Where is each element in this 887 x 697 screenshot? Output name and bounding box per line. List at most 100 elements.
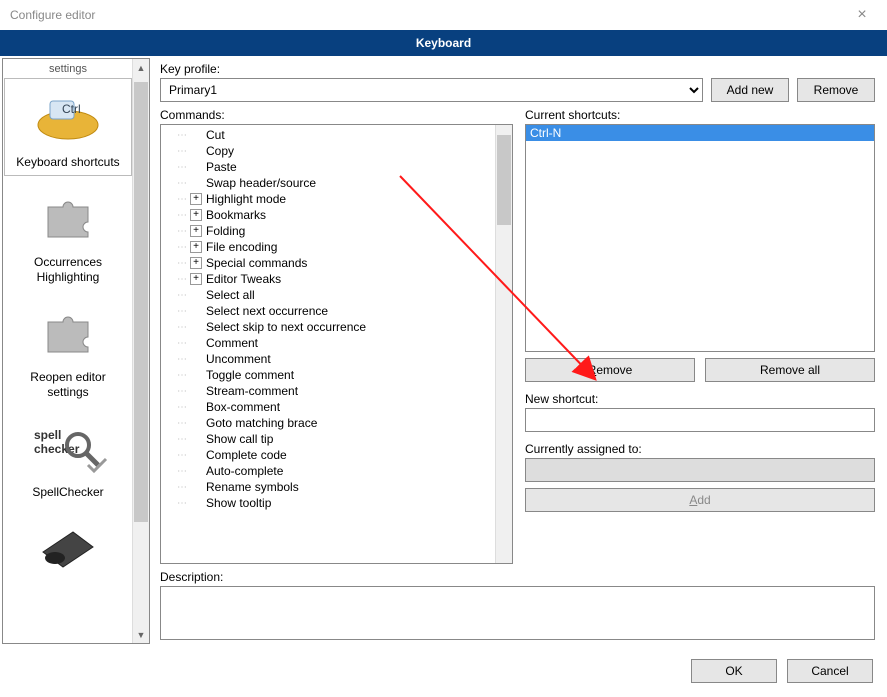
tree-row[interactable]: ⋯Swap header/source bbox=[161, 175, 495, 191]
sidebar-item-occurrences-highlighting[interactable]: Occurrences Highlighting bbox=[5, 179, 131, 290]
cancel-button[interactable]: Cancel bbox=[787, 659, 873, 683]
key-profile-label: Key profile: bbox=[160, 62, 875, 76]
assigned-to-box bbox=[525, 458, 875, 482]
tree-row[interactable]: ⋯Complete code bbox=[161, 447, 495, 463]
tree-row-label: Show call tip bbox=[206, 432, 273, 446]
generic-icon bbox=[20, 511, 116, 583]
expand-icon[interactable]: + bbox=[190, 209, 202, 221]
close-icon[interactable]: × bbox=[847, 6, 877, 24]
window-title: Configure editor bbox=[10, 8, 847, 22]
tree-row-label: File encoding bbox=[206, 240, 277, 254]
sidebar-item-keyboard-shortcuts[interactable]: Ctrl Keyboard shortcuts bbox=[5, 79, 131, 175]
sidebar: settings Ctrl Keyboard shortcuts Occurre… bbox=[2, 58, 150, 644]
tree-row-label: Rename symbols bbox=[206, 480, 299, 494]
tree-row-label: Bookmarks bbox=[206, 208, 266, 222]
tree-row-label: Toggle comment bbox=[206, 368, 294, 382]
sidebar-item-reopen-editor-settings[interactable]: Reopen editor settings bbox=[5, 294, 131, 405]
tree-row[interactable]: ⋯+File encoding bbox=[161, 239, 495, 255]
ok-button[interactable]: OK bbox=[691, 659, 777, 683]
current-shortcuts-list[interactable]: Ctrl-N bbox=[525, 124, 875, 352]
tree-row[interactable]: ⋯+Special commands bbox=[161, 255, 495, 271]
dialog-footer: OK Cancel bbox=[0, 649, 887, 697]
sidebar-clipped-item: settings bbox=[5, 63, 131, 75]
new-shortcut-label: New shortcut: bbox=[525, 392, 875, 406]
page-banner: Keyboard bbox=[0, 30, 887, 56]
tree-row[interactable]: ⋯+Bookmarks bbox=[161, 207, 495, 223]
tree-row-label: Copy bbox=[206, 144, 234, 158]
tree-row[interactable]: ⋯Auto-complete bbox=[161, 463, 495, 479]
tree-row[interactable]: ⋯Copy bbox=[161, 143, 495, 159]
shortcuts-section: Current shortcuts: Ctrl-N Remove Remove … bbox=[525, 108, 875, 564]
add-shortcut-button[interactable]: Add bbox=[525, 488, 875, 512]
tree-row[interactable]: ⋯Comment bbox=[161, 335, 495, 351]
tree-row-label: Uncomment bbox=[206, 352, 271, 366]
tree-row-label: Box-comment bbox=[206, 400, 280, 414]
tree-row[interactable]: ⋯Paste bbox=[161, 159, 495, 175]
sidebar-item-label: SpellChecker bbox=[5, 485, 131, 499]
tree-row-label: Select all bbox=[206, 288, 255, 302]
tree-row-label: Goto matching brace bbox=[206, 416, 317, 430]
scroll-down-icon[interactable]: ▼ bbox=[133, 626, 149, 643]
tree-row-label: Select skip to next occurrence bbox=[206, 320, 366, 334]
commands-tree[interactable]: ⋯Cut⋯Copy⋯Paste⋯Swap header/source⋯+High… bbox=[161, 125, 495, 563]
tree-row-label: Comment bbox=[206, 336, 258, 350]
scroll-up-icon[interactable]: ▲ bbox=[133, 59, 149, 76]
assigned-to-label: Currently assigned to: bbox=[525, 442, 875, 456]
tree-row-label: Complete code bbox=[206, 448, 287, 462]
banner-title: Keyboard bbox=[416, 36, 471, 50]
tree-row[interactable]: ⋯Show call tip bbox=[161, 431, 495, 447]
tree-row-label: Select next occurrence bbox=[206, 304, 328, 318]
tree-row[interactable]: ⋯Stream-comment bbox=[161, 383, 495, 399]
puzzle-icon bbox=[20, 296, 116, 368]
list-item[interactable]: Ctrl-N bbox=[526, 125, 874, 141]
description-box bbox=[160, 586, 875, 640]
expand-icon[interactable]: + bbox=[190, 193, 202, 205]
svg-text:spell: spell bbox=[34, 428, 61, 442]
expand-icon[interactable]: + bbox=[190, 225, 202, 237]
tree-row-label: Swap header/source bbox=[206, 176, 316, 190]
tree-row[interactable]: ⋯Show tooltip bbox=[161, 495, 495, 511]
current-shortcuts-label: Current shortcuts: bbox=[525, 108, 875, 122]
tree-row[interactable]: ⋯Select all bbox=[161, 287, 495, 303]
tree-row-label: Editor Tweaks bbox=[206, 272, 281, 286]
sidebar-item-label: Reopen editor settings bbox=[5, 370, 131, 399]
add-new-profile-button[interactable]: Add new bbox=[711, 78, 789, 102]
sidebar-item-spellchecker[interactable]: spell checker SpellChecker bbox=[5, 409, 131, 505]
remove-all-shortcuts-button[interactable]: Remove all bbox=[705, 358, 875, 382]
description-label: Description: bbox=[160, 570, 875, 584]
commands-section: Commands: ⋯Cut⋯Copy⋯Paste⋯Swap header/so… bbox=[160, 108, 513, 564]
tree-row[interactable]: ⋯Box-comment bbox=[161, 399, 495, 415]
tree-row[interactable]: ⋯+Editor Tweaks bbox=[161, 271, 495, 287]
sidebar-item-partial[interactable] bbox=[5, 509, 131, 589]
keyboard-icon: Ctrl bbox=[20, 81, 116, 153]
tree-row[interactable]: ⋯Goto matching brace bbox=[161, 415, 495, 431]
tree-row[interactable]: ⋯Uncomment bbox=[161, 351, 495, 367]
titlebar: Configure editor × bbox=[0, 0, 887, 30]
expand-icon[interactable]: + bbox=[190, 273, 202, 285]
key-profile-select[interactable]: Primary1 bbox=[160, 78, 703, 102]
tree-row[interactable]: ⋯+Highlight mode bbox=[161, 191, 495, 207]
tree-row[interactable]: ⋯+Folding bbox=[161, 223, 495, 239]
tree-row[interactable]: ⋯Rename symbols bbox=[161, 479, 495, 495]
tree-row-label: Auto-complete bbox=[206, 464, 283, 478]
new-shortcut-input[interactable] bbox=[525, 408, 875, 432]
commands-scrollbar[interactable] bbox=[495, 125, 512, 563]
sidebar-item-label: Occurrences Highlighting bbox=[5, 255, 131, 284]
remove-profile-button[interactable]: Remove bbox=[797, 78, 875, 102]
expand-icon[interactable]: + bbox=[190, 241, 202, 253]
tree-row[interactable]: ⋯Select skip to next occurrence bbox=[161, 319, 495, 335]
key-profile-section: Key profile: Primary1 Add new Remove bbox=[160, 62, 875, 102]
tree-row[interactable]: ⋯Select next occurrence bbox=[161, 303, 495, 319]
commands-label: Commands: bbox=[160, 108, 513, 122]
sidebar-scrollbar[interactable]: ▲ ▼ bbox=[132, 59, 149, 643]
tree-row-label: Cut bbox=[206, 128, 225, 142]
main-panel: Key profile: Primary1 Add new Remove Com… bbox=[150, 58, 885, 644]
tree-row-label: Folding bbox=[206, 224, 245, 238]
tree-row-label: Highlight mode bbox=[206, 192, 286, 206]
sidebar-item-label: Keyboard shortcuts bbox=[5, 155, 131, 169]
expand-icon[interactable]: + bbox=[190, 257, 202, 269]
remove-shortcut-button[interactable]: Remove bbox=[525, 358, 695, 382]
tree-row[interactable]: ⋯Toggle comment bbox=[161, 367, 495, 383]
tree-row[interactable]: ⋯Cut bbox=[161, 127, 495, 143]
description-section: Description: bbox=[160, 570, 875, 640]
